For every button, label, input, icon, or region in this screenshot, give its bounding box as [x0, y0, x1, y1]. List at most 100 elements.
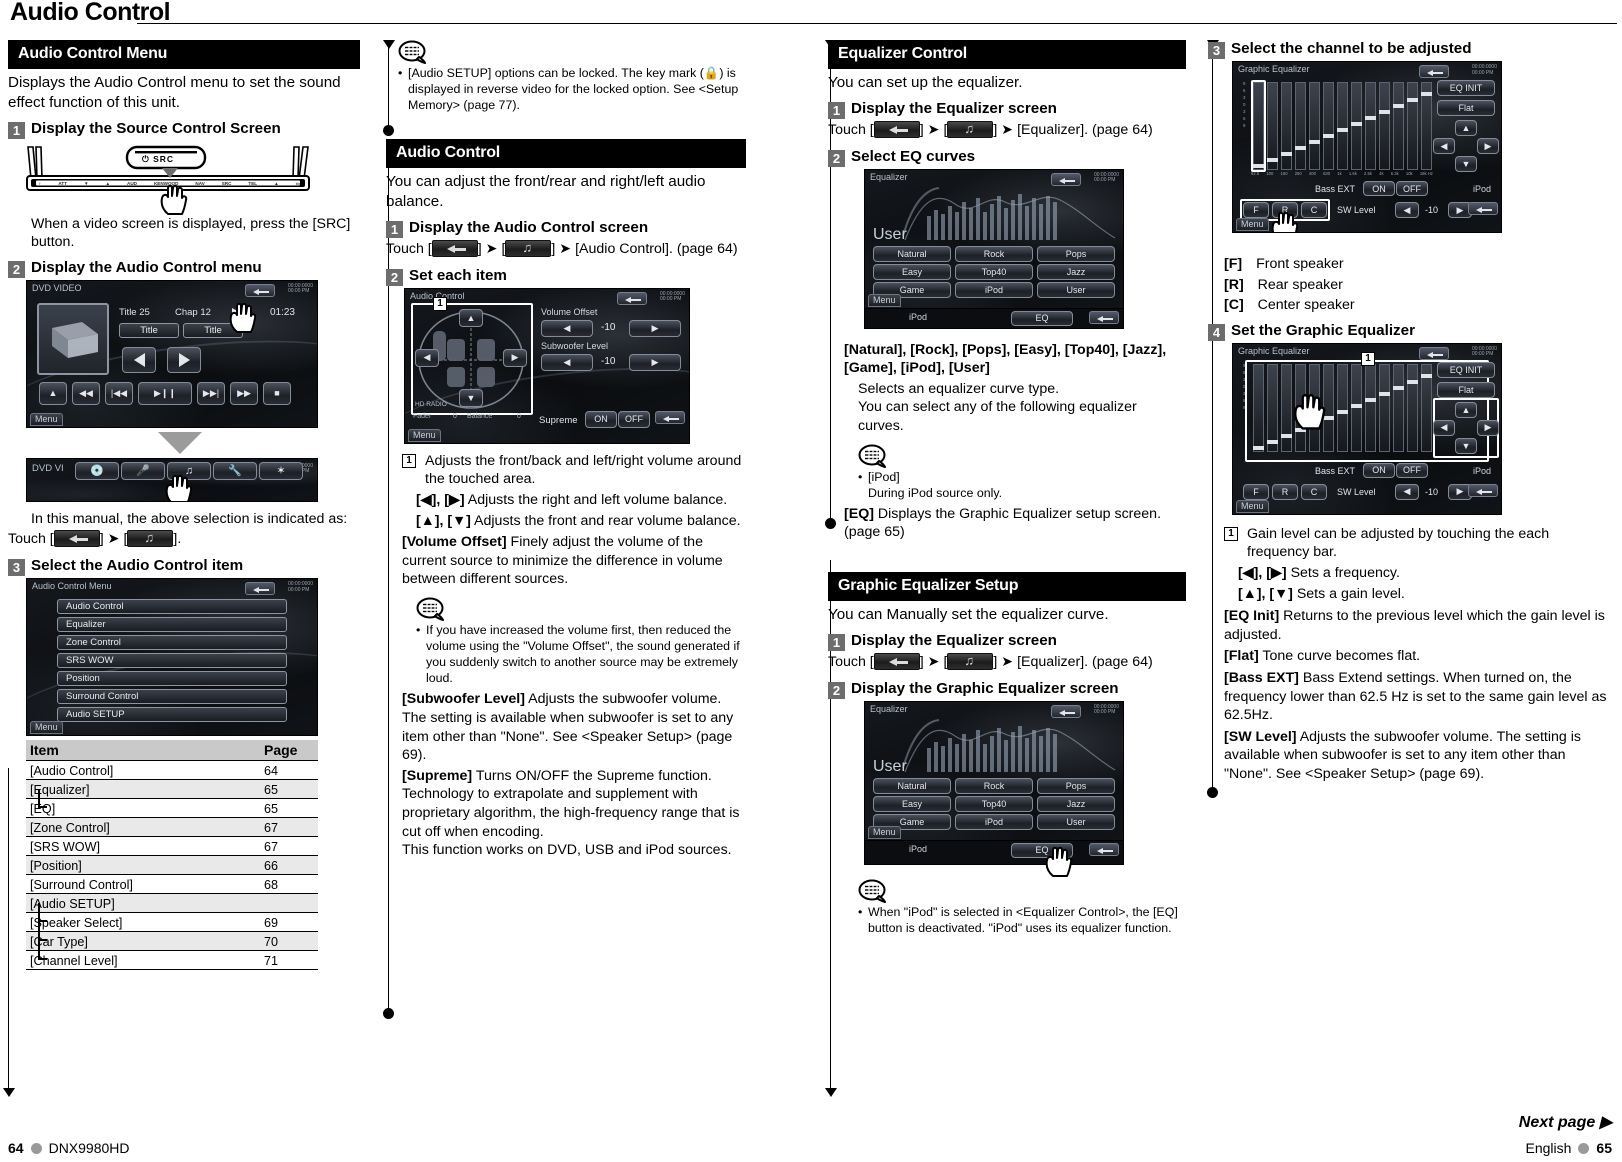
lcd-flat-button[interactable]: Flat: [1437, 100, 1495, 116]
lcd-eq-preset-user[interactable]: User: [1037, 281, 1115, 298]
lcd-menu-item-position[interactable]: Position: [57, 671, 287, 687]
lcd-menu-item-srs-wow[interactable]: SRS WOW: [57, 653, 287, 669]
toolbar-icon-mic[interactable]: 🎤: [121, 461, 165, 480]
memo-text: [Audio SETUP] options can be locked. The…: [408, 66, 739, 113]
lcd-return-button[interactable]: [1468, 483, 1498, 497]
lcd-back-button[interactable]: [1419, 346, 1449, 360]
lcd-supreme-on-button[interactable]: ON: [585, 410, 617, 428]
lcd-eq-down-button[interactable]: ▼: [1455, 437, 1477, 454]
lcd-eq-init-button[interactable]: EQ INIT: [1437, 80, 1495, 96]
lcd-channel-f-button[interactable]: F: [1243, 483, 1269, 500]
lcd-back-button[interactable]: [1419, 65, 1449, 78]
lcd-rewind-button[interactable]: ◀◀: [72, 381, 100, 405]
lcd-menu-button[interactable]: Menu: [868, 293, 901, 307]
eq-bar[interactable]: [1295, 82, 1306, 170]
lcd-eq-up-button[interactable]: ▲: [1455, 401, 1477, 418]
lcd-eq-preset-top40[interactable]: Top40: [955, 795, 1033, 812]
lcd-bass-ext-on-button[interactable]: ON: [1363, 462, 1395, 478]
eq-bar[interactable]: [1351, 82, 1362, 170]
lcd-eq-preset-rock[interactable]: Rock: [955, 245, 1033, 262]
lcd-menu-button[interactable]: Menu: [868, 825, 901, 839]
eq-bar[interactable]: [1407, 82, 1418, 170]
eq-bar[interactable]: [1337, 82, 1348, 170]
lcd-eq-preset-ipod[interactable]: iPod: [955, 813, 1033, 830]
lcd-menu-item-audio-setup[interactable]: Audio SETUP: [57, 707, 287, 723]
lcd-menu-item-surround-control[interactable]: Surround Control: [57, 689, 287, 705]
lcd-menu-button[interactable]: Menu: [30, 721, 63, 735]
lcd-play-pause-button[interactable]: ▶❙❙: [138, 381, 192, 405]
toolbar-icon-tools[interactable]: ✶: [259, 461, 303, 480]
lcd-eq-preset-pops[interactable]: Pops: [1037, 245, 1115, 262]
toolbar-icon-disc[interactable]: 💿: [75, 461, 119, 480]
eq-bar[interactable]: [1267, 82, 1278, 170]
lcd-menu-item-equalizer[interactable]: Equalizer: [57, 617, 287, 633]
lcd-menu-item-audio-control[interactable]: Audio Control: [57, 599, 287, 615]
section-intro-audio-control: You can adjust the front/rear and right/…: [386, 173, 706, 211]
lcd-eq-up-button[interactable]: ▲: [1455, 120, 1477, 136]
lcd-eq-right-button[interactable]: ▶: [1477, 138, 1499, 154]
lcd-back-button[interactable]: [245, 582, 275, 596]
lcd-eq-preset-easy[interactable]: Easy: [873, 795, 951, 812]
lcd-eq-left-button[interactable]: ◀: [1433, 419, 1455, 436]
eq-bar[interactable]: [1281, 82, 1292, 170]
lcd-return-button[interactable]: [1468, 202, 1498, 215]
lcd-back-button[interactable]: [617, 291, 647, 305]
lcd-sw-level-decrease[interactable]: ◀: [1395, 202, 1419, 218]
lcd-eq-left-button[interactable]: ◀: [1433, 138, 1455, 154]
lcd-flat-button[interactable]: Flat: [1437, 381, 1495, 398]
lcd-supreme-off-button[interactable]: OFF: [618, 410, 650, 428]
lcd-eq-button[interactable]: EQ: [1011, 310, 1073, 326]
step-1-caption: When a video screen is displayed, press …: [31, 215, 351, 251]
lcd-menu-button[interactable]: Menu: [30, 412, 63, 426]
lcd-menu-item-zone-control[interactable]: Zone Control: [57, 635, 287, 651]
lcd-channel-c-button[interactable]: C: [1301, 483, 1327, 500]
lcd-volume-offset-decrease[interactable]: ◀: [541, 319, 593, 337]
eq-bar[interactable]: [1393, 82, 1404, 170]
lcd-next-track-button[interactable]: ▶▶|: [197, 381, 225, 405]
lcd-stop-button[interactable]: ■: [263, 381, 291, 405]
lcd-eq-right-button[interactable]: ▶: [1477, 419, 1499, 436]
lcd-eq-preset-user[interactable]: User: [1037, 813, 1115, 830]
lcd-eq-preset-jazz[interactable]: Jazz: [1037, 795, 1115, 812]
eq-bar-knob: [1407, 98, 1418, 102]
lcd-menu-button[interactable]: Menu: [1236, 218, 1269, 231]
lcd-eq-init-button[interactable]: EQ INIT: [1437, 361, 1495, 378]
eq-bar[interactable]: [1309, 82, 1320, 170]
lcd-return-button[interactable]: [655, 410, 685, 424]
lcd-prev-button[interactable]: [122, 346, 156, 373]
lcd-tab-title-1[interactable]: Title: [119, 322, 179, 338]
lcd-eq-preset-natural[interactable]: Natural: [873, 245, 951, 262]
table-header-row: Item Page: [26, 740, 318, 762]
lcd-menu-button[interactable]: Menu: [1236, 499, 1269, 513]
lcd-eq-preset-jazz[interactable]: Jazz: [1037, 263, 1115, 280]
lcd-bass-ext-on-button[interactable]: ON: [1363, 181, 1395, 196]
lcd-eq-preset-pops[interactable]: Pops: [1037, 777, 1115, 794]
lcd-eq-preset-top40[interactable]: Top40: [955, 263, 1033, 280]
lcd-channel-r-button[interactable]: R: [1272, 483, 1298, 500]
lcd-bass-ext-off-button[interactable]: OFF: [1396, 462, 1428, 478]
lcd-sw-level-decrease[interactable]: ◀: [1395, 483, 1419, 500]
toolbar-icon-setup[interactable]: 🔧: [213, 461, 257, 480]
lcd-return-button[interactable]: [1089, 310, 1119, 324]
lcd-eq-preset-natural[interactable]: Natural: [873, 777, 951, 794]
eq-bar[interactable]: [1365, 82, 1376, 170]
lcd-eject-button[interactable]: ▲: [39, 381, 67, 405]
lcd-eq-preset-ipod[interactable]: iPod: [955, 281, 1033, 298]
lcd-bass-ext-off-button[interactable]: OFF: [1396, 181, 1428, 196]
lcd-previous-track-button[interactable]: |◀◀: [105, 381, 133, 405]
faceplate-label: NAV: [195, 180, 205, 186]
eq-bar[interactable]: [1323, 82, 1334, 170]
lcd-return-button[interactable]: [1089, 842, 1119, 856]
eq-bar[interactable]: [1379, 82, 1390, 170]
lcd-menu-button[interactable]: Menu: [408, 428, 441, 442]
lcd-subwoofer-increase[interactable]: ▶: [629, 353, 681, 371]
lcd-eq-bar-graph[interactable]: 9630369: [1243, 80, 1433, 180]
lcd-volume-offset-increase[interactable]: ▶: [629, 319, 681, 337]
lcd-subwoofer-decrease[interactable]: ◀: [541, 353, 593, 371]
lcd-eq-down-button[interactable]: ▼: [1455, 156, 1477, 172]
lcd-eq-preset-rock[interactable]: Rock: [955, 777, 1033, 794]
lcd-fast-forward-button[interactable]: ▶▶: [230, 381, 258, 405]
lcd-back-button[interactable]: [245, 283, 275, 297]
lcd-eq-preset-easy[interactable]: Easy: [873, 263, 951, 280]
lcd-next-button[interactable]: [167, 346, 201, 373]
